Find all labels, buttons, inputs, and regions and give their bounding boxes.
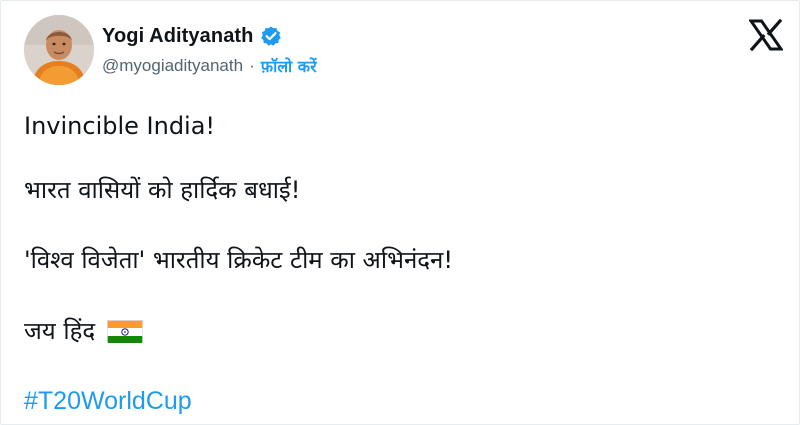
separator-dot: ·	[249, 56, 255, 75]
author-handle[interactable]: @myogiadityanath	[102, 56, 243, 76]
tweet-line-4-text: जय हिंद	[24, 317, 96, 345]
tweet-line-2: भारत वासियों को हार्दिक बधाई!	[24, 176, 301, 204]
tweet-card: Yogi Adityanath @myogiadityanath · फ़ॉलो…	[0, 0, 800, 425]
tweet-line-4: जय हिंद	[24, 314, 144, 348]
avatar[interactable]	[24, 15, 94, 85]
author-name[interactable]: Yogi Adityanath	[102, 25, 254, 48]
tweet-header: Yogi Adityanath @myogiadityanath · फ़ॉलो…	[24, 15, 784, 87]
verified-badge-icon	[260, 25, 282, 47]
name-row: Yogi Adityanath	[102, 23, 317, 49]
follow-button[interactable]: फ़ॉलो करें	[261, 55, 317, 77]
hashtag-link[interactable]: #T20WorldCup	[24, 384, 192, 418]
india-flag-icon	[107, 319, 144, 343]
x-logo-icon[interactable]	[748, 18, 784, 52]
tweet-line-1: Invincible India!	[24, 112, 216, 140]
author-identity: Yogi Adityanath @myogiadityanath · फ़ॉलो…	[102, 23, 317, 77]
tweet-line-3: 'विश्व विजेता' भारतीय क्रिकेट टीम का अभि…	[24, 246, 453, 274]
handle-row: @myogiadityanath · फ़ॉलो करें	[102, 55, 317, 77]
avatar-image	[24, 15, 94, 85]
